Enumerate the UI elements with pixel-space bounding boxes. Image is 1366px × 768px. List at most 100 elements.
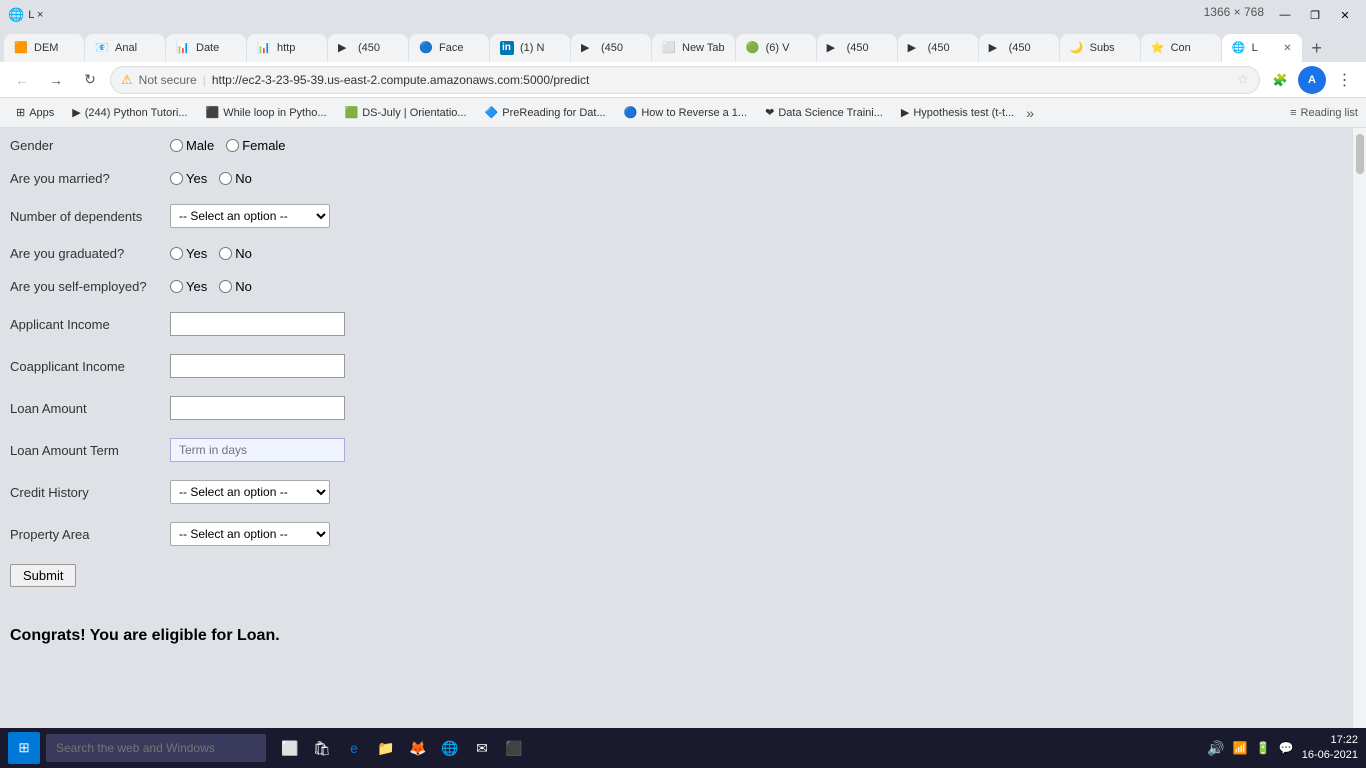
explorer-button[interactable]: 📁	[372, 734, 400, 762]
dependents-row: Number of dependents -- Select an option…	[10, 204, 1332, 228]
graduated-radio-group: Yes No	[170, 246, 252, 261]
minimize-button[interactable]: —	[1272, 5, 1298, 25]
gender-male-option[interactable]: Male	[170, 138, 214, 153]
volume-icon[interactable]: 🔊	[1207, 740, 1224, 757]
property-area-select[interactable]: -- Select an option -- Urban Rural Semiu…	[170, 522, 330, 546]
back-button[interactable]: ←	[8, 66, 36, 94]
bookmark-reverse[interactable]: 🔵 How to Reverse a 1...	[616, 101, 755, 125]
mail-button[interactable]: ✉	[468, 734, 496, 762]
bookmark-label-while: While loop in Pytho...	[223, 107, 326, 119]
loan-amount-input[interactable]	[170, 396, 345, 420]
extensions-button[interactable]: 🧩	[1266, 66, 1294, 94]
new-tab-button[interactable]: +	[1303, 34, 1331, 62]
loan-term-label: Loan Amount Term	[10, 443, 170, 458]
gender-female-radio[interactable]	[226, 139, 239, 152]
self-employed-no-radio[interactable]	[219, 280, 232, 293]
reload-button[interactable]: ↻	[76, 66, 104, 94]
scrollbar-thumb[interactable]	[1356, 134, 1364, 174]
network-icon[interactable]: 📶	[1233, 741, 1248, 755]
applicant-income-input[interactable]	[170, 312, 345, 336]
bookmark-hypothesis[interactable]: ▶ Hypothesis test (t-t...	[893, 101, 1022, 125]
bookmark-datascience[interactable]: ❤ Data Science Traini...	[757, 101, 891, 125]
start-button[interactable]: ⊞	[8, 732, 40, 764]
terminal-button[interactable]: ⬛	[500, 734, 528, 762]
reading-list-button[interactable]: ≡ Reading list	[1290, 107, 1358, 119]
tab-con[interactable]: ⭐ Con	[1141, 34, 1221, 62]
married-yes-radio[interactable]	[170, 172, 183, 185]
graduated-yes-option[interactable]: Yes	[170, 246, 207, 261]
submit-button[interactable]: Submit	[10, 564, 76, 587]
self-employed-no-option[interactable]: No	[219, 279, 252, 294]
tab-label-date: Date	[196, 42, 219, 54]
profile-button[interactable]: A	[1298, 66, 1326, 94]
coapplicant-income-input[interactable]	[170, 354, 345, 378]
graduated-no-radio[interactable]	[219, 247, 232, 260]
tab-close-active[interactable]: ✕	[1283, 43, 1291, 54]
scrollbar[interactable]	[1352, 128, 1366, 728]
bookmark-apps[interactable]: ⊞ Apps	[8, 101, 62, 125]
graduated-no-option[interactable]: No	[219, 246, 252, 261]
forward-button[interactable]: →	[42, 66, 70, 94]
address-bar[interactable]: ⚠ Not secure | http://ec2-3-23-95-39.us-…	[110, 66, 1260, 94]
bookmark-prereading[interactable]: 🔷 PreReading for Dat...	[477, 101, 614, 125]
dependents-select[interactable]: -- Select an option -- 0 1 2 3+	[170, 204, 330, 228]
self-employed-label: Are you self-employed?	[10, 279, 170, 294]
loan-term-input[interactable]	[170, 438, 345, 462]
window-controls: 1366 × 768 — ❐ ✕	[1204, 5, 1358, 25]
married-row: Are you married? Yes No	[10, 171, 1332, 186]
property-area-label: Property Area	[10, 527, 170, 542]
tab-450-3[interactable]: ▶ (450	[817, 34, 897, 62]
bookmark-while[interactable]: ⬛ While loop in Pytho...	[197, 101, 334, 125]
taskbar-clock[interactable]: 17:22 16-06-2021	[1302, 733, 1358, 764]
gender-male-radio[interactable]	[170, 139, 183, 152]
tab-dem[interactable]: 🟧 DEM	[4, 34, 84, 62]
bookmarks-more-button[interactable]: »	[1026, 105, 1034, 121]
tab-450-2[interactable]: ▶ (450	[571, 34, 651, 62]
property-area-row: Property Area -- Select an option -- Urb…	[10, 522, 1332, 546]
tab-newtab[interactable]: ⬜ New Tab	[652, 34, 735, 62]
notification-icon[interactable]: 💬	[1279, 741, 1294, 755]
married-no-radio[interactable]	[219, 172, 232, 185]
gender-female-option[interactable]: Female	[226, 138, 285, 153]
security-warning-icon: ⚠	[121, 72, 133, 88]
taskbar-search-input[interactable]	[46, 734, 266, 762]
tab-linkedin[interactable]: in (1) N	[490, 34, 570, 62]
bookmark-star-icon[interactable]: ☆	[1236, 71, 1249, 88]
reading-list-icon: ≡	[1290, 107, 1296, 119]
chrome-button[interactable]: 🌐	[436, 734, 464, 762]
firefox-button[interactable]: 🦊	[404, 734, 432, 762]
tab-450-1[interactable]: ▶ (450	[328, 34, 408, 62]
battery-icon[interactable]: 🔋	[1256, 741, 1271, 755]
tab-http[interactable]: 📊 http	[247, 34, 327, 62]
credit-history-select[interactable]: -- Select an option -- 1 0	[170, 480, 330, 504]
page-scroll[interactable]: Gender Male Female Are you mar	[0, 128, 1352, 728]
tab-anal[interactable]: 📧 Anal	[85, 34, 165, 62]
tab-favicon-active: 🌐	[1232, 41, 1246, 55]
married-yes-option[interactable]: Yes	[170, 171, 207, 186]
self-employed-yes-radio[interactable]	[170, 280, 183, 293]
graduated-yes-radio[interactable]	[170, 247, 183, 260]
bookmark-ds-july[interactable]: 🟩 DS-July | Orientatio...	[337, 101, 475, 125]
coapplicant-income-label: Coapplicant Income	[10, 359, 170, 374]
tab-450-4[interactable]: ▶ (450	[898, 34, 978, 62]
tab-favicon-newtab: ⬜	[662, 41, 676, 55]
tab-date[interactable]: 📊 Date	[166, 34, 246, 62]
tab-6v[interactable]: 🟢 (6) V	[736, 34, 816, 62]
loan-amount-row: Loan Amount	[10, 396, 1332, 420]
tab-450-5[interactable]: ▶ (450	[979, 34, 1059, 62]
tab-active[interactable]: 🌐 L ✕	[1222, 34, 1302, 62]
store-button[interactable]: 🛍	[308, 734, 336, 762]
tab-subs[interactable]: 🌙 Subs	[1060, 34, 1140, 62]
self-employed-yes-option[interactable]: Yes	[170, 279, 207, 294]
tab-label-6v: (6) V	[766, 42, 790, 54]
tab-face[interactable]: 🔵 Face	[409, 34, 489, 62]
edge-button[interactable]: e	[340, 734, 368, 762]
maximize-button[interactable]: ❐	[1302, 5, 1328, 25]
married-no-option[interactable]: No	[219, 171, 252, 186]
menu-button[interactable]: ⋮	[1330, 66, 1358, 94]
taskview-button[interactable]: ⬜	[276, 734, 304, 762]
close-button[interactable]: ✕	[1332, 5, 1358, 25]
bookmark-python[interactable]: ▶ (244) Python Tutori...	[64, 101, 195, 125]
tab-label-con: Con	[1171, 42, 1191, 54]
gender-label: Gender	[10, 138, 170, 153]
